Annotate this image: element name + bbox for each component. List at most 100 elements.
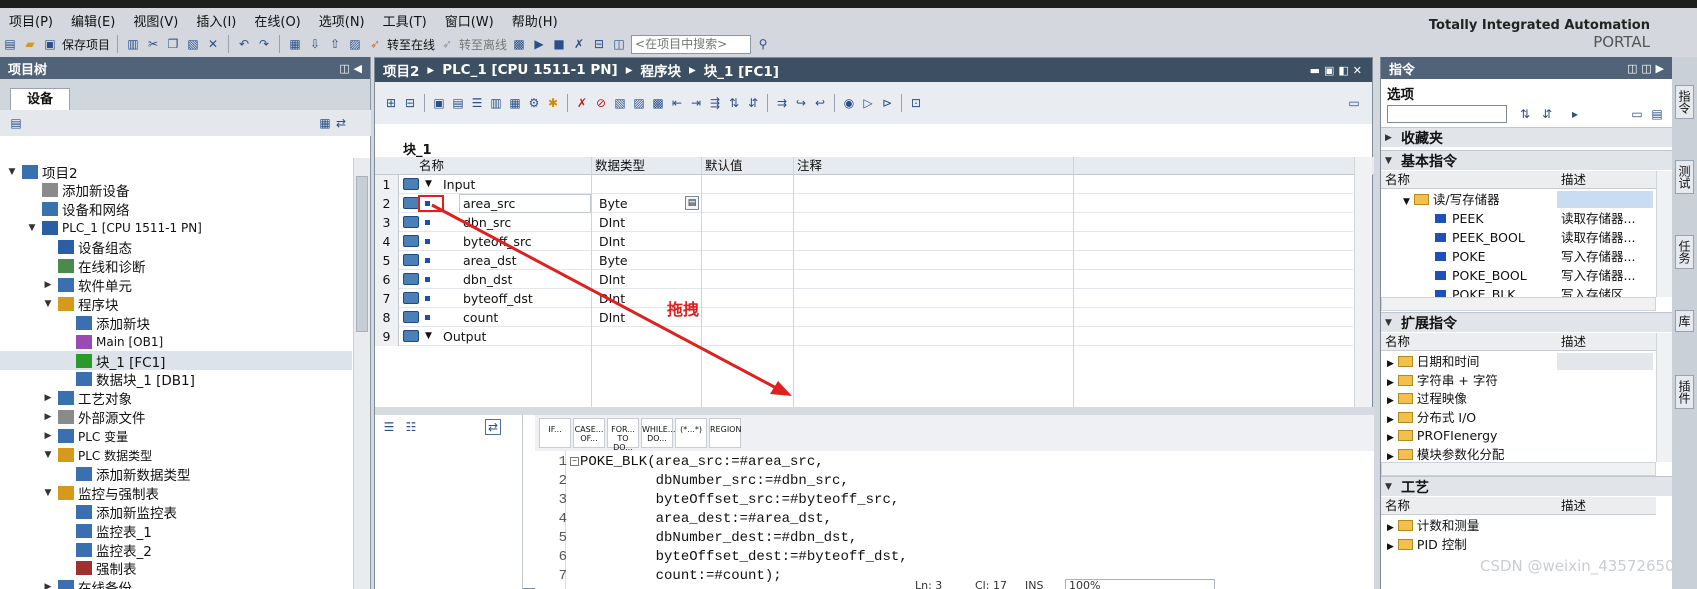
add-row-icon[interactable]: ⊟ [402, 95, 418, 111]
extended-folder-row[interactable]: ▶ 日期和时间 [1381, 352, 1656, 371]
instruction-row[interactable]: PEEK 读取存储器... [1381, 209, 1656, 228]
redo-icon[interactable]: ↷ [256, 36, 272, 52]
extended-folder-row[interactable]: ▶ 分布式 I/O [1381, 408, 1656, 427]
comment-icon[interactable]: ✗ [574, 95, 590, 111]
tree-item[interactable]: ▼ PLC_1 [CPU 1511-1 PN] [0, 219, 352, 238]
tree-item[interactable]: ▼ 程序块 [0, 294, 352, 314]
side-tab[interactable]: 指令 [1675, 85, 1694, 119]
goto-icon[interactable]: ▧ [612, 95, 628, 111]
code-line[interactable]: 2 dbNumber_src:=#dbn_src, [535, 472, 1374, 491]
go-offline-button[interactable]: 转至离线 [459, 36, 507, 53]
param-name[interactable]: count [463, 308, 498, 327]
outline-icon[interactable]: ☰ [381, 419, 397, 435]
if-button[interactable]: IF... [539, 418, 571, 448]
menu-insert[interactable]: 插入(I) [187, 11, 245, 30]
side-tab[interactable]: 测试 [1675, 160, 1694, 194]
settings-icon[interactable]: ⚙ [526, 95, 542, 111]
extended-instructions-section[interactable]: ▼ 扩展指令 [1381, 312, 1673, 332]
menu-window[interactable]: 窗口(W) [436, 11, 503, 30]
extended-folder-row[interactable]: ▶ PROFIenergy [1381, 426, 1656, 445]
go-online-button[interactable]: 转至在线 [387, 36, 435, 53]
expand-arrow-icon[interactable]: ▼ [26, 223, 38, 233]
tree-item[interactable]: ▶ 外部源文件 [0, 408, 352, 427]
sort-icon[interactable]: ⇅ [726, 95, 742, 111]
param-drag-icon[interactable] [403, 235, 419, 247]
param-drag-icon[interactable] [403, 216, 419, 228]
interface-row[interactable]: 4 byteoff_src DInt [375, 232, 1353, 251]
scl-code-editor[interactable]: 1 POKE_BLK(area_src:=#area_src, −2 dbNumbe… [535, 451, 1374, 589]
code-line[interactable]: 5 dbNumber_dest:=#dbn_dst, [535, 529, 1374, 548]
code-line[interactable]: 3 byteOffset_src:=#byteoff_src, [535, 491, 1374, 510]
filter-icon[interactable]: ▸ [1567, 106, 1583, 122]
interface-row[interactable]: 1 ▼ Input [375, 175, 1353, 194]
param-name[interactable]: area_dst [463, 251, 516, 270]
collapse-icon[interactable]: ▩ [650, 95, 666, 111]
menu-edit[interactable]: 编辑(E) [62, 11, 124, 30]
zoom-select[interactable]: 100% [1065, 579, 1215, 589]
split-vertical-icon[interactable]: ◫ [611, 36, 627, 52]
expand-arrow-icon[interactable]: ▶ [42, 393, 54, 403]
filter-icon[interactable]: ⇵ [745, 95, 761, 111]
region-button[interactable]: REGION [709, 418, 741, 448]
tree-item[interactable]: 强制表 [0, 559, 352, 578]
code-line[interactable]: 6 byteOffset_dest:=#byteoff_dst, [535, 548, 1374, 567]
prev-icon[interactable]: ↩ [812, 95, 828, 111]
view-list-icon[interactable]: ⇅ [1517, 106, 1533, 122]
extended-vscroll[interactable] [1656, 333, 1673, 462]
tree-item[interactable]: 添加新数据类型 [0, 464, 352, 484]
param-type[interactable]: DInt [599, 213, 625, 232]
for-button[interactable]: FOR... TO DO... [607, 418, 639, 452]
param-name[interactable]: Input [443, 175, 475, 194]
tree-item[interactable]: Main [OB1] [0, 332, 352, 351]
pane-controls-icon[interactable]: ◫ ◫ ▶ [1627, 62, 1664, 75]
window-controls-icon[interactable]: ▬▣◧✕ [1310, 64, 1366, 77]
param-name[interactable]: Output [443, 327, 486, 346]
case-button[interactable]: CASE... OF... [573, 418, 605, 448]
param-type[interactable]: Byte [599, 251, 628, 270]
tree-item[interactable]: 添加新块 [0, 313, 352, 333]
side-tab[interactable]: 任务 [1675, 235, 1694, 269]
expand-icon[interactable]: ▨ [631, 95, 647, 111]
indent-icon[interactable]: ☰ [469, 95, 485, 111]
expand-arrow-icon[interactable]: ▼ [42, 450, 54, 460]
menu-help[interactable]: 帮助(H) [503, 11, 567, 30]
uncomment-icon[interactable]: ⊘ [593, 95, 609, 111]
instruction-row[interactable]: POKE 写入存储器... [1381, 247, 1656, 266]
view-detail-icon[interactable]: ⇵ [1539, 106, 1555, 122]
step-over-icon[interactable]: ⊳ [879, 95, 895, 111]
simulation-icon[interactable]: ▨ [347, 36, 363, 52]
tree-item[interactable]: 设备和网络 [0, 200, 352, 219]
cross-reference-icon[interactable]: ✗ [571, 36, 587, 52]
stop-cpu-icon[interactable]: ■ [551, 36, 567, 52]
pin-icon[interactable]: ⇄ [485, 419, 501, 435]
accessible-devices-icon[interactable]: ▩ [511, 36, 527, 52]
interface-row[interactable]: 7 byteoff_dst DInt [375, 289, 1353, 308]
tree-item[interactable]: ▶ 工艺对象 [0, 389, 352, 408]
extended-hscroll[interactable] [1381, 462, 1656, 476]
tree-scroll-thumb[interactable] [356, 176, 368, 332]
tree-options-icon[interactable]: ▤ [8, 115, 24, 131]
undo-icon[interactable]: ↶ [236, 36, 252, 52]
tree-link-icon[interactable]: ⇄ [333, 115, 349, 131]
code-line[interactable]: 4 area_dest:=#area_dst, [535, 510, 1374, 529]
split-horizontal-icon[interactable]: ⊟ [591, 36, 607, 52]
interface-row[interactable]: 3 dbn_src DInt [375, 213, 1353, 232]
tree-scrollbar[interactable] [353, 158, 370, 589]
param-drag-icon[interactable] [403, 311, 419, 323]
instruction-row[interactable]: PEEK_BOOL 读取存储器... [1381, 228, 1656, 247]
outline-sort-icon[interactable]: ☷ [403, 419, 419, 435]
save-icon[interactable]: ▣ [42, 36, 58, 52]
options-input[interactable] [1387, 105, 1507, 123]
tech-folder-row[interactable]: ▶ PID 控制 [1381, 535, 1656, 554]
bookmark-icon[interactable]: ▦ [507, 95, 523, 111]
param-type[interactable]: DInt [599, 308, 625, 327]
indent-left-icon[interactable]: ⇤ [669, 95, 685, 111]
tree-item[interactable]: ▶ 在线备份 [0, 578, 352, 589]
go-offline-icon[interactable]: ➶ [439, 36, 455, 52]
folder-read-write-memory[interactable]: ▼ 读/写存储器 [1381, 190, 1656, 209]
expand-arrow-icon[interactable]: ▼ [42, 488, 54, 498]
paste-icon[interactable]: ▧ [185, 36, 201, 52]
search-icon[interactable]: ⚲ [755, 36, 771, 52]
tech-folder-row[interactable]: ▶ 计数和测量 [1381, 516, 1656, 535]
breadcrumb-program-blocks[interactable]: 程序块 [640, 60, 681, 80]
